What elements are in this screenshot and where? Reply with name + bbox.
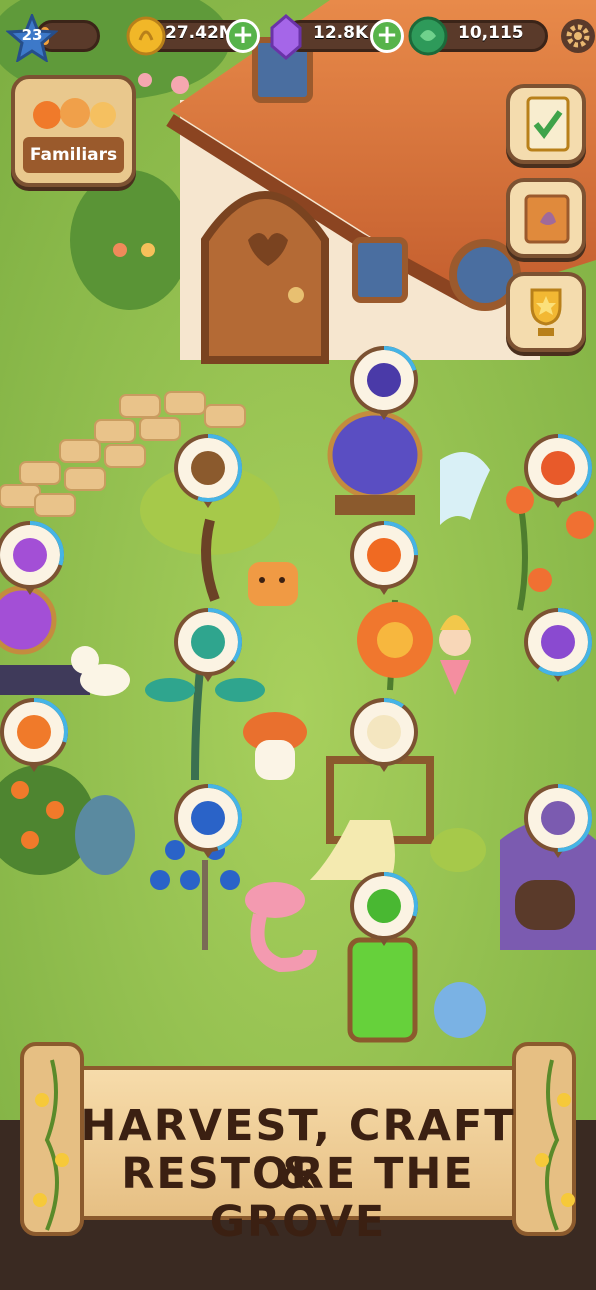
fire-fruit-icon bbox=[367, 538, 401, 572]
violet-flower-station-bubble[interactable] bbox=[524, 608, 592, 682]
twig-bundle-station-bubble[interactable] bbox=[174, 434, 242, 508]
fire-flower-icon bbox=[541, 451, 575, 485]
familiars-label: Familiars bbox=[23, 137, 124, 173]
trophy-button[interactable] bbox=[506, 272, 586, 352]
leaves-amount: 10,115 bbox=[458, 23, 524, 43]
parchment-scroll-icon bbox=[367, 715, 401, 749]
coins-amount: 27.42M bbox=[165, 23, 236, 43]
orange-blossom-icon bbox=[17, 715, 51, 749]
violet-flower-icon bbox=[541, 625, 575, 659]
potion-bottle-station-bubble[interactable] bbox=[0, 521, 64, 595]
checklist-icon bbox=[526, 96, 570, 152]
level-number: 23 bbox=[21, 26, 43, 44]
purple-potion-icon bbox=[367, 363, 401, 397]
teal-mushroom-icon bbox=[191, 625, 225, 659]
orange-blossom-station-bubble[interactable] bbox=[0, 698, 68, 772]
twig-bundle-icon bbox=[191, 451, 225, 485]
book-icon bbox=[524, 194, 570, 244]
stardust-pie-icon bbox=[541, 801, 575, 835]
purple-potion-station-bubble[interactable] bbox=[350, 346, 418, 420]
potion-bottle-icon bbox=[13, 538, 47, 572]
parchment-scroll-station-bubble[interactable] bbox=[350, 698, 418, 772]
add-gems-button[interactable]: + bbox=[370, 19, 404, 53]
banner-line-2: RESTORE THE GROVE bbox=[121, 1149, 475, 1247]
blue-apple-station-bubble[interactable] bbox=[174, 784, 242, 858]
top-hud: 23 27.42M + 12.8K + 10,115 bbox=[0, 14, 596, 62]
teal-mushroom-station-bubble[interactable] bbox=[174, 608, 242, 682]
stardust-pie-station-bubble[interactable] bbox=[524, 784, 592, 858]
fire-flower-station-bubble[interactable] bbox=[524, 434, 592, 508]
quests-button[interactable] bbox=[506, 84, 586, 164]
journal-button[interactable] bbox=[506, 178, 586, 258]
trophy-icon bbox=[530, 288, 562, 336]
gems-amount: 12.8K bbox=[313, 23, 369, 43]
fire-fruit-station-bubble[interactable] bbox=[350, 521, 418, 595]
coin-icon bbox=[126, 16, 166, 56]
blue-apple-icon bbox=[191, 801, 225, 835]
green-elixir-icon bbox=[367, 889, 401, 923]
gem-icon bbox=[270, 14, 302, 60]
add-coins-button[interactable]: + bbox=[226, 19, 260, 53]
leaf-token-icon bbox=[408, 16, 448, 56]
gear-icon[interactable] bbox=[560, 18, 596, 54]
green-elixir-station-bubble[interactable] bbox=[350, 872, 418, 946]
familiars-button[interactable]: Familiars bbox=[11, 75, 136, 187]
